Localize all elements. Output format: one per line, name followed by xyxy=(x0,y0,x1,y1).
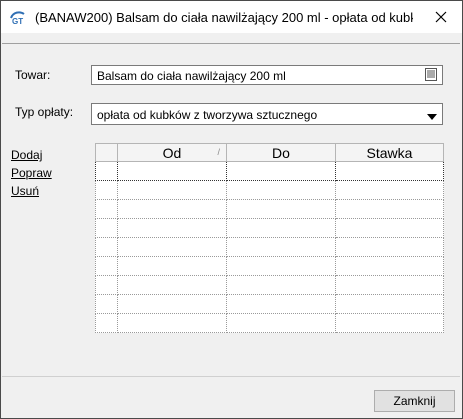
table-row[interactable] xyxy=(95,218,444,238)
table-cell[interactable] xyxy=(95,313,118,333)
table-cell[interactable] xyxy=(335,199,444,219)
table-cell[interactable] xyxy=(95,199,118,219)
divider xyxy=(2,43,460,44)
table-cell[interactable] xyxy=(335,161,444,181)
list-icon[interactable] xyxy=(425,68,437,81)
table-row[interactable] xyxy=(95,313,444,333)
fee-type-value: opłata od kubków z tworzywa sztucznego xyxy=(97,108,318,122)
table-cell[interactable] xyxy=(335,218,444,238)
fee-type-select[interactable]: opłata od kubków z tworzywa sztucznego xyxy=(91,103,443,125)
table-cell[interactable] xyxy=(117,161,227,181)
column-header-from[interactable]: Od / xyxy=(117,143,227,162)
product-field[interactable]: Balsam do ciała nawilżający 200 ml xyxy=(91,65,443,85)
svg-text:GT: GT xyxy=(12,17,23,25)
table-cell[interactable] xyxy=(226,199,336,219)
title-bar: GT (BANAW200) Balsam do ciała nawilżając… xyxy=(1,1,462,33)
table-cell[interactable] xyxy=(117,237,227,257)
table-header: Od / Do Stawka xyxy=(95,143,444,162)
table-cell[interactable] xyxy=(95,294,118,314)
product-label: Towar: xyxy=(15,68,51,82)
table-cell[interactable] xyxy=(95,180,118,200)
table-cell[interactable] xyxy=(117,218,227,238)
table-cell[interactable] xyxy=(95,218,118,238)
delete-link[interactable]: Usuń xyxy=(11,184,39,198)
chevron-down-icon[interactable] xyxy=(427,110,437,124)
table-cell[interactable] xyxy=(117,313,227,333)
dialog-window: GT (BANAW200) Balsam do ciała nawilżając… xyxy=(0,0,463,419)
table-cell[interactable] xyxy=(226,294,336,314)
table-cell[interactable] xyxy=(335,294,444,314)
table-cell[interactable] xyxy=(226,256,336,276)
table-cell[interactable] xyxy=(95,256,118,276)
window-title: (BANAW200) Balsam do ciała nawilżający 2… xyxy=(35,10,413,25)
table-row[interactable] xyxy=(95,294,444,314)
rates-table[interactable]: Od / Do Stawka xyxy=(95,143,444,333)
sort-icon: / xyxy=(217,147,220,157)
table-cell[interactable] xyxy=(335,237,444,257)
table-row[interactable] xyxy=(95,256,444,276)
column-header-to[interactable]: Do xyxy=(226,143,336,162)
table-cell[interactable] xyxy=(335,275,444,295)
table-cell[interactable] xyxy=(95,237,118,257)
table-cell[interactable] xyxy=(226,218,336,238)
table-cell[interactable] xyxy=(226,275,336,295)
table-cell[interactable] xyxy=(335,313,444,333)
product-value: Balsam do ciała nawilżający 200 ml xyxy=(97,69,286,83)
table-cell[interactable] xyxy=(117,256,227,276)
edit-link[interactable]: Popraw xyxy=(11,166,52,180)
table-row[interactable] xyxy=(95,199,444,219)
table-cell[interactable] xyxy=(95,275,118,295)
table-cell[interactable] xyxy=(117,275,227,295)
table-cell[interactable] xyxy=(226,313,336,333)
table-row[interactable] xyxy=(95,161,444,181)
table-cell[interactable] xyxy=(117,199,227,219)
row-indicator-header xyxy=(95,143,118,162)
table-cell[interactable] xyxy=(226,161,336,181)
fee-type-label: Typ opłaty: xyxy=(15,105,74,119)
divider xyxy=(2,376,460,377)
table-cell[interactable] xyxy=(335,180,444,200)
table-cell[interactable] xyxy=(226,180,336,200)
add-link[interactable]: Dodaj xyxy=(11,148,42,162)
table-row[interactable] xyxy=(95,237,444,257)
table-cell[interactable] xyxy=(117,294,227,314)
table-cell[interactable] xyxy=(117,180,227,200)
column-header-rate[interactable]: Stawka xyxy=(335,143,444,162)
table-cell[interactable] xyxy=(335,256,444,276)
table-row[interactable] xyxy=(95,180,444,200)
table-row[interactable] xyxy=(95,275,444,295)
table-cell[interactable] xyxy=(95,161,118,181)
gt-logo-icon: GT xyxy=(9,9,27,26)
close-icon[interactable] xyxy=(419,1,462,33)
table-cell[interactable] xyxy=(226,237,336,257)
close-button[interactable]: Zamknij xyxy=(374,390,455,412)
